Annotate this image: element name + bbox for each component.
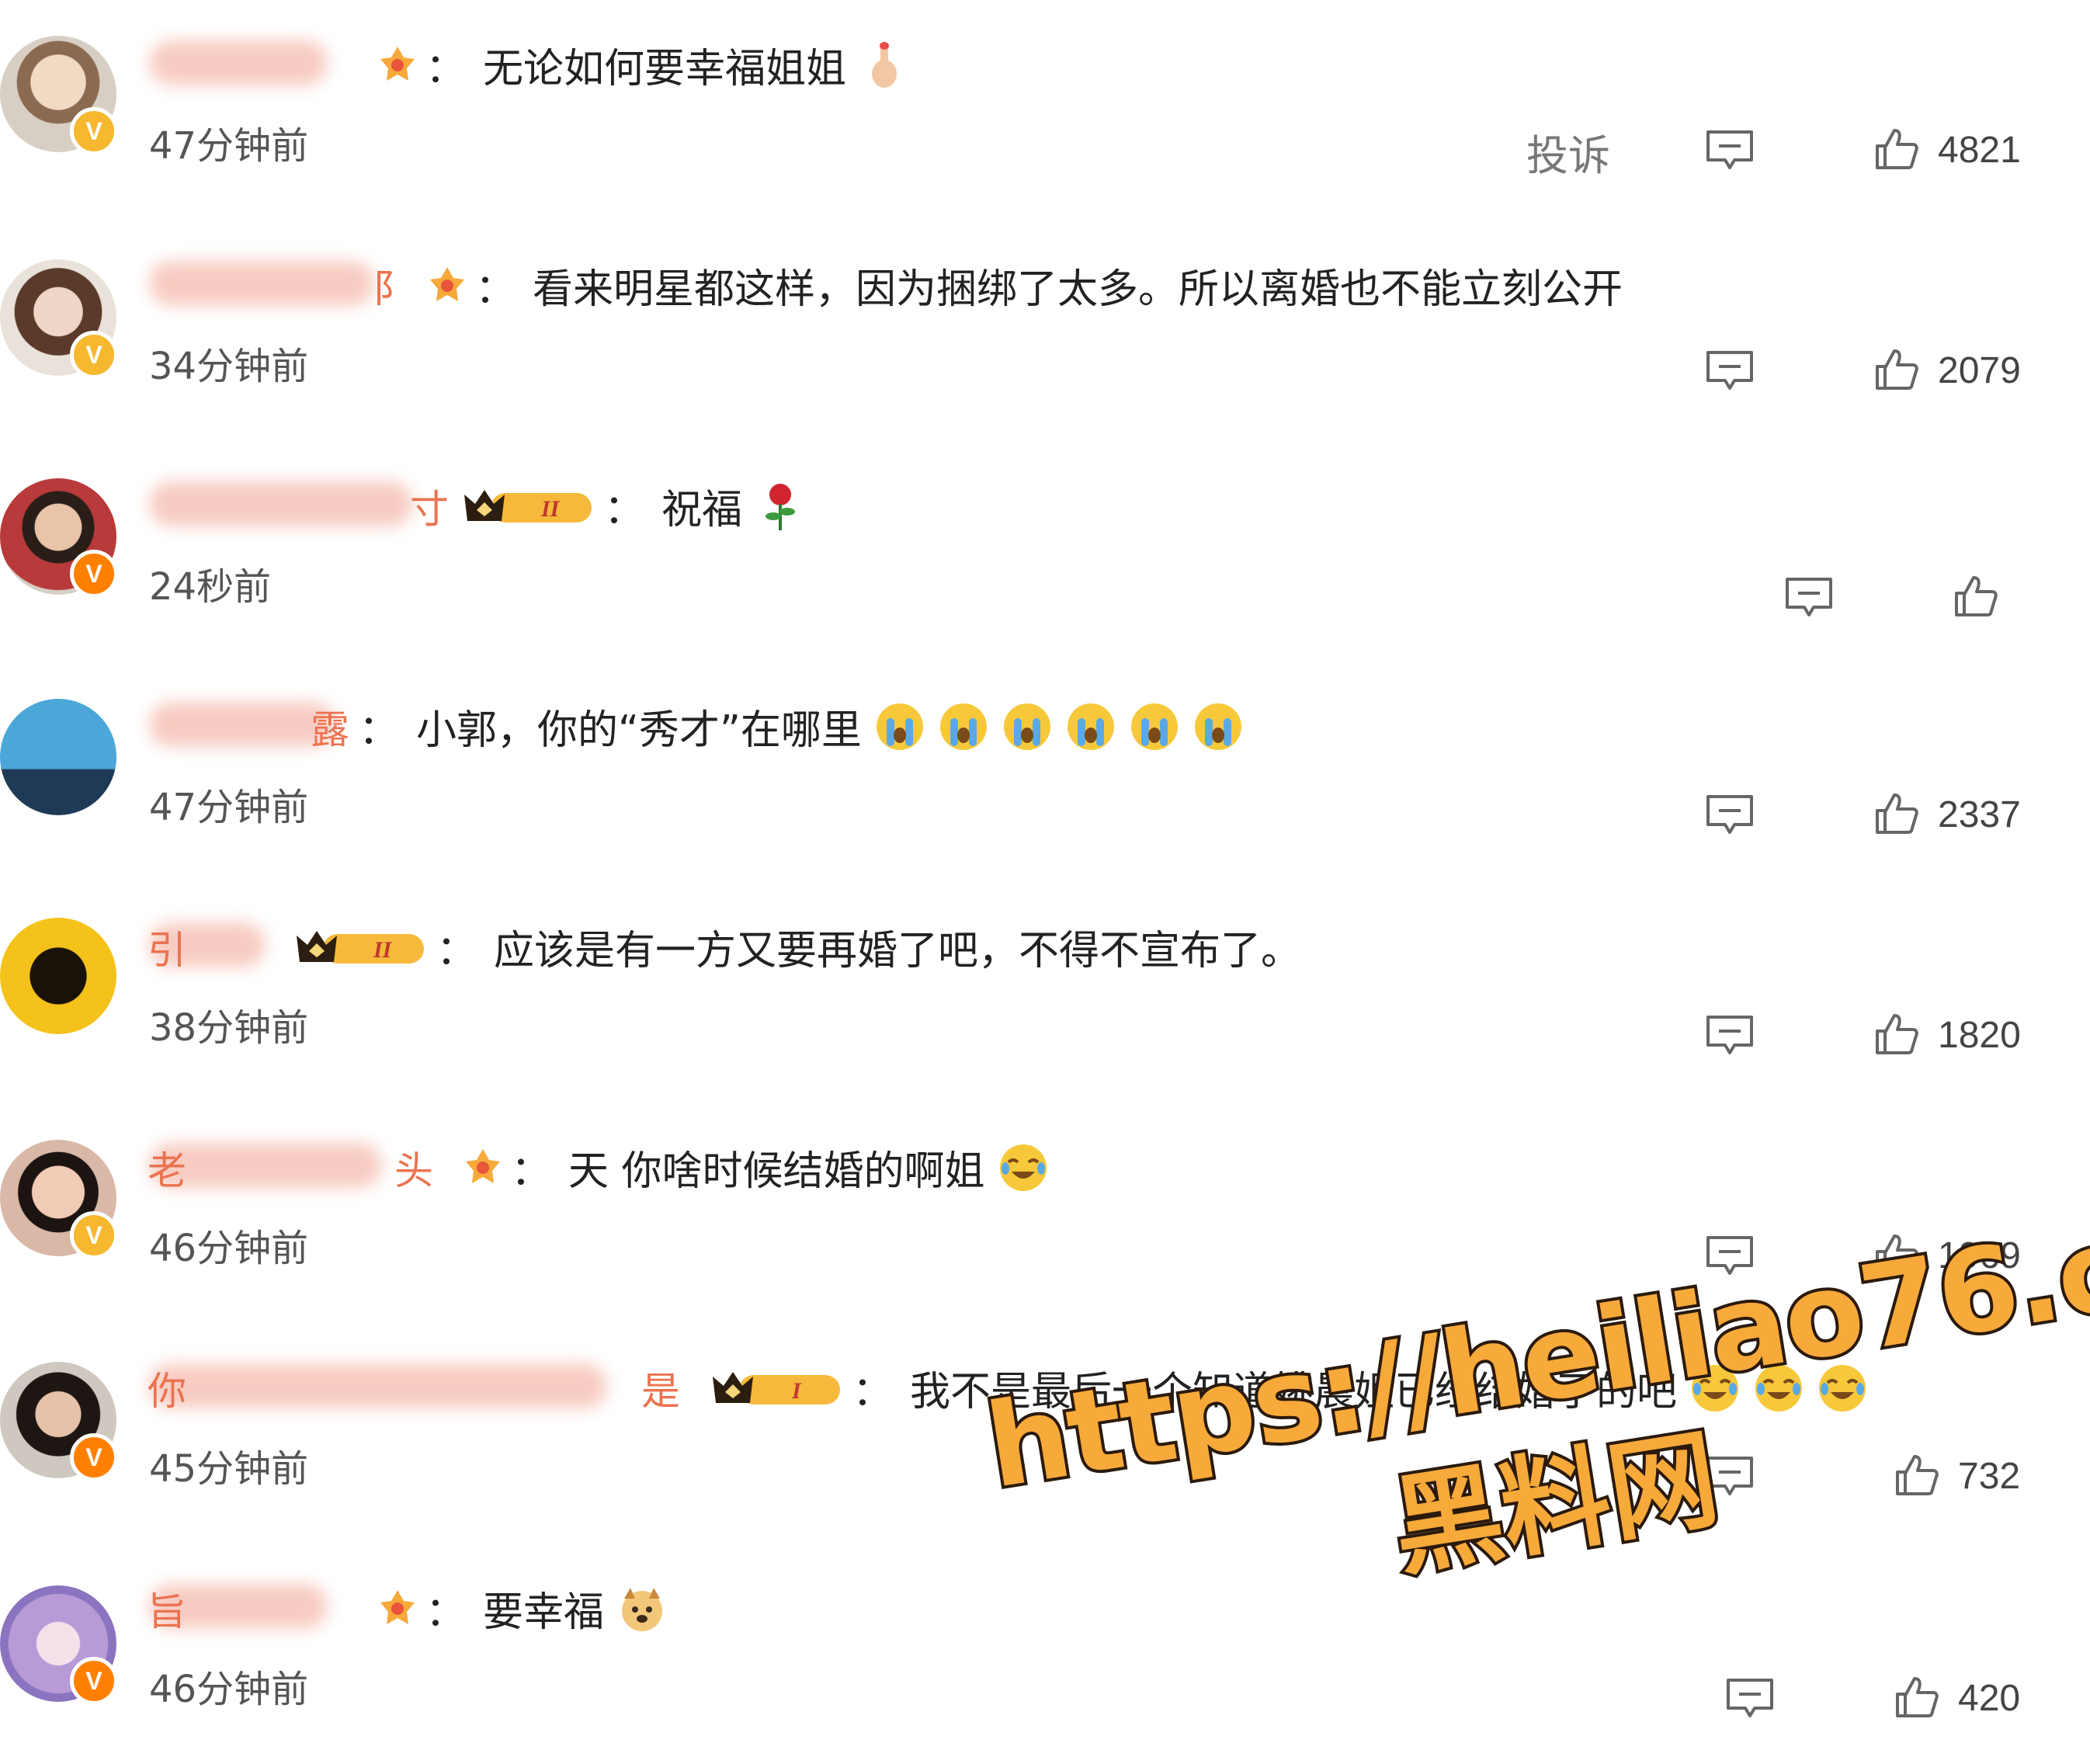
vip-level-text: I	[791, 1378, 802, 1404]
comment-text: 应该是有一方又要再婚了吧，不得不宣布了。	[494, 928, 1302, 974]
username-blurred[interactable]	[149, 40, 328, 85]
report-button[interactable]: 投诉	[1526, 121, 1610, 182]
like-count: 2079	[1938, 350, 2021, 391]
comment-content: II ： 应该是有一方又要再婚了吧，不得不宣布了。	[283, 918, 1301, 976]
crying-face-icon	[1194, 703, 1241, 750]
like-count: 420	[1958, 1678, 2021, 1719]
crying-face-icon	[1003, 703, 1050, 750]
like-icon[interactable]	[1873, 346, 1919, 393]
username-fragment: 引	[148, 928, 186, 973]
vip-crown-badge: II	[292, 925, 432, 970]
like-count: 2337	[1938, 794, 2021, 835]
fan-medal-icon	[466, 1148, 500, 1183]
rose-icon	[766, 483, 796, 530]
username-fragment: 露	[311, 707, 349, 752]
crying-face-icon	[1067, 703, 1114, 750]
comment-content: ： 天 你啥时候结婚的啊姐	[450, 1138, 1049, 1196]
username-fragment: 旨	[148, 1589, 186, 1634]
fan-medal-icon	[380, 46, 415, 81]
comment-content: II ： 祝福	[450, 477, 806, 535]
comment-actions: 投诉 4821	[0, 118, 2090, 180]
username-fragment: 阝	[373, 266, 411, 311]
username-fragment: 是	[641, 1369, 680, 1414]
like-icon[interactable]	[1873, 1011, 1919, 1057]
username-blurred[interactable]	[149, 702, 335, 747]
comment-content: ： 看来明星都这样，因为捆绑了太多。所以离婚也不能立刻公开	[415, 256, 1623, 314]
username-blurred[interactable]	[149, 261, 374, 306]
vip-level-text: II	[540, 496, 561, 522]
like-icon[interactable]	[1893, 1674, 1939, 1721]
comment-text: 无论如何要幸福姐姐	[483, 46, 847, 92]
comment-icon[interactable]	[1784, 576, 1834, 620]
comment-text: 要幸福	[483, 1589, 605, 1636]
comment-icon[interactable]	[1705, 129, 1755, 172]
comment-content: ： 小郭，你的“秀才”在哪里	[354, 697, 1244, 755]
like-count: 4821	[1938, 130, 2021, 171]
like-count: 1820	[1938, 1015, 2021, 1056]
comment-icon[interactable]	[1725, 1677, 1775, 1721]
fan-medal-icon	[380, 1589, 415, 1624]
like-icon[interactable]	[1873, 126, 1919, 172]
comment-item: V 阝 ： 看来明星都这样，因为捆绑了太多。所以离婚也不能立刻公开 34分钟前 …	[0, 220, 2090, 441]
comment-icon[interactable]	[1705, 1014, 1755, 1057]
like-icon[interactable]	[1952, 573, 1998, 620]
comment-item: V 寸 II ： 祝福 24秒前	[0, 441, 2090, 662]
comment-text: 小郭，你的“秀才”在哪里	[416, 707, 862, 754]
username-blurred[interactable]	[149, 481, 413, 526]
comment-text: 看来明星都这样，因为捆绑了太多。所以离婚也不能立刻公开	[533, 266, 1623, 313]
crying-face-icon	[939, 703, 987, 750]
comment-actions: 2337	[0, 780, 2090, 842]
finger-hand-icon	[872, 41, 897, 88]
dog-face-icon	[622, 1587, 663, 1631]
comment-content: ： 要幸福	[365, 1579, 668, 1637]
comment-text: 祝福	[661, 487, 743, 533]
vip-crown-badge: II	[460, 484, 599, 529]
username-fragment: 老	[148, 1148, 186, 1193]
vip-level-text: II	[373, 937, 393, 963]
crying-face-icon	[1130, 703, 1178, 750]
comment-actions: 2079	[0, 339, 2090, 401]
comment-item: V ： 无论如何要幸福姐姐 47分钟前 投诉 4821	[0, 0, 2090, 220]
username-fragment: 头	[394, 1148, 433, 1193]
crying-face-icon	[876, 703, 923, 750]
username-blurred[interactable]	[149, 1363, 607, 1408]
vip-crown-badge: I	[708, 1366, 848, 1411]
fan-medal-icon	[430, 266, 464, 301]
like-icon[interactable]	[1873, 790, 1919, 837]
username-fragment: 寸	[410, 487, 449, 532]
comment-item: 露 ： 小郭，你的“秀才”在哪里 47分钟前 2337	[0, 662, 2090, 882]
comment-text: 天 你啥时候结婚的啊姐	[568, 1148, 985, 1195]
comment-content: ： 无论如何要幸福姐姐	[365, 36, 910, 94]
comment-actions: 1820	[0, 1000, 2090, 1062]
username-fragment: 你	[148, 1369, 186, 1414]
comment-icon[interactable]	[1705, 349, 1755, 393]
tears-of-joy-icon	[999, 1144, 1047, 1191]
comment-actions	[0, 559, 2090, 621]
comment-icon[interactable]	[1705, 793, 1755, 837]
comment-item: 引 II ： 应该是有一方又要再婚了吧，不得不宣布了。 38分钟前 1820	[0, 882, 2090, 1102]
